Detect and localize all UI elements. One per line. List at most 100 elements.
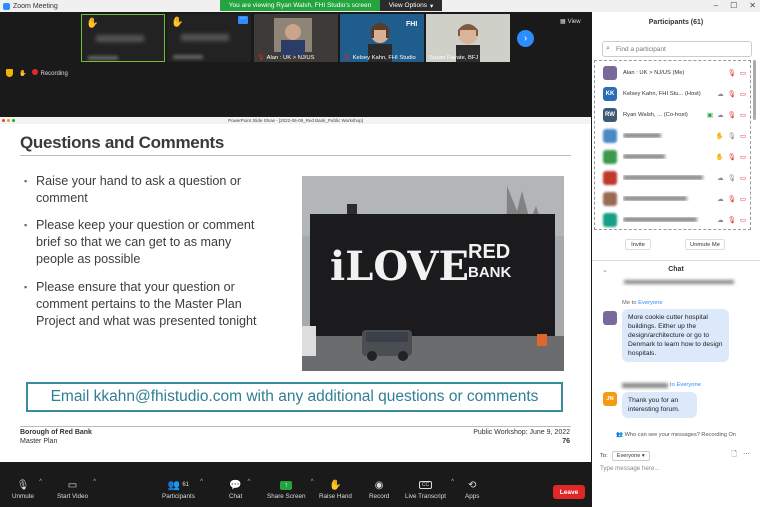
video-off-icon[interactable]: ▭ — [740, 90, 746, 98]
shield-icon[interactable] — [6, 69, 13, 77]
window-controls: – ☐ ✕ — [714, 1, 756, 10]
chevron-up-icon[interactable]: ^ — [93, 479, 96, 485]
muted-mic-icon[interactable]: 🎙︎ — [728, 69, 736, 77]
footer-date: Public Workshop: June 9, 2022 — [473, 429, 570, 436]
chat-message: More cookie cutter hospital buildings. E… — [622, 309, 729, 362]
video-tile[interactable]: ✋ ⋯ — [167, 14, 251, 62]
avatar — [603, 191, 617, 206]
participant-name: Ryan Walsh, ... (Co-host) — [623, 111, 688, 118]
muted-mic-icon[interactable]: 🎙︎ — [728, 216, 736, 224]
tile-name-label: Susan Favate, BFJ — [429, 55, 479, 61]
participant-search-input[interactable]: ⌕ Find a participant — [602, 41, 752, 57]
maximize-icon[interactable]: ☐ — [730, 1, 737, 10]
chevron-up-icon[interactable]: ^ — [311, 479, 314, 485]
unmute-button[interactable]: 🎙︎ Unmute ^ — [12, 477, 42, 500]
video-tile[interactable]: ✋ — [81, 14, 165, 62]
avatar — [603, 212, 617, 227]
participant-row[interactable]: ☁ 🎙︎ ▭ — [595, 209, 752, 230]
sharing-icon: ▣ — [706, 111, 714, 119]
record-button[interactable]: ◉ Record — [369, 477, 389, 501]
recipient-select[interactable]: Everyone ▾ — [611, 451, 650, 461]
mic-status-icon[interactable]: ✋ — [19, 70, 26, 77]
view-label: View — [567, 18, 581, 25]
more-options-icon[interactable]: ⋯ — [238, 16, 248, 24]
raised-hand-icon: ✋ — [171, 17, 184, 28]
chevron-up-icon[interactable]: ^ — [451, 479, 454, 485]
to-label: To: — [600, 453, 608, 459]
muted-mic-icon[interactable]: 🎙︎ — [728, 153, 736, 161]
invite-button[interactable]: Invite — [625, 239, 651, 250]
zoom-app-icon — [3, 2, 10, 10]
chevron-up-icon[interactable]: ^ — [200, 479, 203, 485]
leave-button[interactable]: Leave — [553, 485, 585, 499]
view-options-button[interactable]: View Options ▾ — [380, 0, 442, 11]
slide-page-number: 76 — [562, 438, 570, 445]
video-off-icon[interactable]: ▭ — [740, 69, 746, 77]
slide-window-header: PowerPoint Slide Show - [2022-06-09_Red … — [0, 117, 591, 124]
recording-indicator[interactable]: Recording — [32, 69, 68, 77]
raise-hand-button[interactable]: ✋ Raise Hand — [319, 477, 352, 501]
video-gallery: ✋ ✋ ⋯ 🎙︎ Alan : UK > NJ/US FHI 🎙︎ Kelsey K… — [0, 12, 591, 116]
chevron-up-icon[interactable]: ^ — [247, 479, 250, 485]
chat-title: Chat — [668, 266, 684, 273]
chat-message-input[interactable]: Type message here... — [600, 465, 660, 472]
participant-row[interactable]: Alan : UK > NJ/US (Me) 🎙︎ ▭ — [595, 62, 752, 83]
more-icon[interactable]: ⋯ — [743, 450, 750, 461]
video-off-icon[interactable]: ▭ — [740, 111, 746, 119]
footer-document: Master Plan — [20, 438, 58, 445]
video-tile[interactable]: 🎙︎ Alan : UK > NJ/US — [254, 14, 338, 62]
minimize-icon[interactable]: – — [714, 1, 718, 10]
file-icon[interactable]: 🗋 — [731, 450, 737, 461]
chevron-up-icon[interactable]: ^ — [39, 479, 42, 485]
participant-name — [623, 133, 713, 138]
muted-mic-icon[interactable]: 🎙︎ — [728, 195, 736, 203]
chevron-right-icon: › — [523, 33, 528, 44]
start-video-button[interactable]: ▭ Start Video ^ — [57, 477, 96, 500]
svg-text:iLOVE: iLOVE — [330, 243, 469, 290]
participant-row[interactable]: ✋ 🎙︎ ▭ — [595, 125, 752, 146]
participant-row[interactable]: RW Ryan Walsh, ... (Co-host) ▣ ☁ 🎙︎ ▭ — [595, 104, 752, 125]
video-off-icon[interactable]: ▭ — [740, 132, 746, 140]
avatar — [603, 149, 617, 164]
muted-mic-icon[interactable]: 🎙︎ — [728, 111, 736, 119]
video-off-icon[interactable]: ▭ — [740, 153, 746, 161]
video-off-icon[interactable]: ▭ — [740, 216, 746, 224]
participant-row[interactable]: ☁ 🎙︎ ▭ — [595, 167, 752, 188]
mic-icon[interactable]: 🎙︎ — [728, 132, 736, 140]
participants-button[interactable]: 👥 61 Participants ^ — [162, 477, 203, 500]
apps-button[interactable]: ⟲ Apps — [465, 477, 479, 501]
video-off-icon[interactable]: ▭ — [740, 174, 746, 182]
meeting-toolbar: 🎙︎ Unmute ^ ▭ Start Video ^ 👥 61 Participants ^… — [0, 473, 591, 507]
grid-view-icon: ▦ — [560, 19, 566, 25]
search-placeholder: Find a participant — [616, 45, 666, 53]
chat-button[interactable]: 💬 Chat ^ — [229, 477, 250, 500]
participant-row[interactable]: KK Kelsey Kahn, FHI Stu... (Host) ☁ 🎙︎ ▭ — [595, 83, 752, 104]
view-button[interactable]: ▦ View — [560, 17, 588, 26]
presentation-slide: Questions and Comments Raise your hand t… — [7, 125, 584, 462]
video-off-icon[interactable]: ▭ — [740, 195, 746, 203]
blurred-previous-message — [624, 280, 734, 284]
next-page-button[interactable]: › — [517, 30, 534, 47]
participant-list-scrollbar[interactable] — [753, 60, 756, 120]
muted-mic-icon: 🎙︎ — [343, 55, 351, 61]
live-transcript-button[interactable]: CC Live Transcript ^ — [405, 477, 454, 500]
share-screen-button[interactable]: ↑ Share Screen ^ — [267, 477, 314, 500]
avatar — [603, 128, 617, 143]
close-icon[interactable]: ✕ — [749, 1, 756, 10]
muted-mic-icon[interactable]: 🎙︎ — [728, 90, 736, 98]
chat-message: Thank you for an interesting forum. — [622, 392, 697, 418]
svg-text:BANK: BANK — [468, 264, 511, 281]
mic-icon[interactable]: 🎙︎ — [728, 174, 736, 182]
share-screen-icon: ↑ — [280, 477, 293, 493]
video-tile[interactable]: Susan Favate, BFJ — [426, 14, 510, 62]
participant-row[interactable]: ☁ 🎙︎ ▭ — [595, 188, 752, 209]
blurred-label — [88, 56, 118, 60]
avatar: RW — [603, 107, 617, 122]
participant-name — [623, 196, 713, 201]
video-tile[interactable]: FHI 🎙︎ Kelsey Kahn, FHI Studio — [340, 14, 424, 62]
avatar — [603, 311, 617, 325]
participant-row[interactable]: ✋ 🎙︎ ▭ — [595, 146, 752, 167]
unmute-me-button[interactable]: Unmute Me — [685, 239, 725, 250]
participants-title: Participants (61) — [648, 19, 704, 26]
chat-visibility-notice[interactable]: 👥 Who can see your messages? Recording O… — [592, 432, 760, 438]
